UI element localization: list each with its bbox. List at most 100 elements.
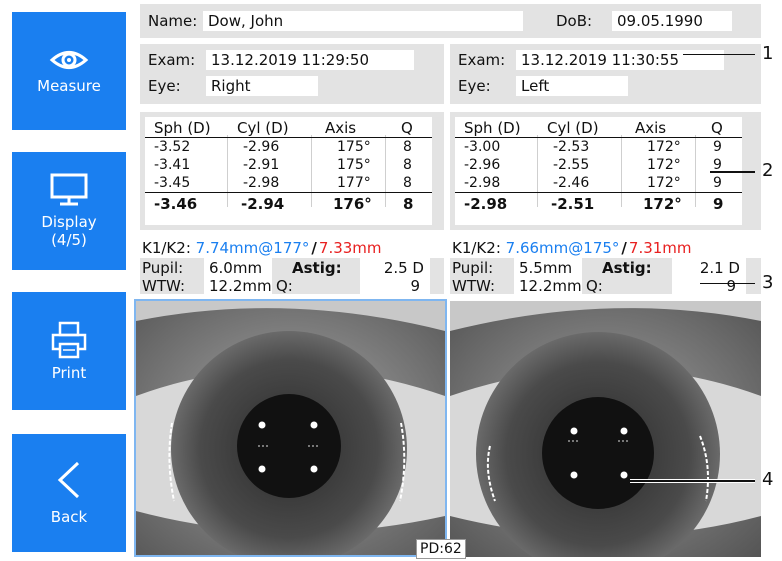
- pupil-label: Pupil:: [142, 259, 184, 277]
- left-eye-image[interactable]: [450, 301, 761, 557]
- table-summary-row: -3.46 -2.94 176° 8: [145, 195, 432, 213]
- sph-value: -3.45: [154, 175, 191, 191]
- wtw-label: WTW:: [142, 277, 186, 295]
- dob-field: 09.05.1990: [612, 11, 732, 31]
- cyl-value: -2.96: [243, 139, 280, 155]
- left-refraction-table: Sph (D) Cyl (D) Axis Q -3.00 -2.53 172° …: [455, 117, 742, 225]
- table-summary-row: -2.98 -2.51 172° 9: [455, 195, 742, 213]
- cyl-mean: -2.51: [551, 195, 595, 213]
- left-exam-label: Exam:: [458, 51, 506, 69]
- astig-label: Astig:: [602, 259, 652, 277]
- callout-line-1: [683, 54, 755, 55]
- pupil-value: 5.5mm: [514, 258, 582, 278]
- monitor-icon: [49, 173, 89, 207]
- left-keratometry-panel: K1/K2: 7.66mm@175°/7.31mm Pupil: 5.5mm A…: [450, 238, 761, 296]
- axis-value: 177°: [337, 175, 371, 191]
- k1-value: 7.74mm@177°: [195, 239, 310, 257]
- display-page-indicator: (4/5): [51, 231, 87, 249]
- eye-icon: [49, 47, 89, 73]
- left-k-readout: K1/K2: 7.66mm@175°/7.31mm: [452, 238, 692, 258]
- table-row: -3.52 -2.96 175° 8: [145, 140, 432, 155]
- callout-line-3: [700, 283, 755, 284]
- table-header: Sph (D) Cyl (D) Axis Q: [455, 119, 742, 137]
- q-label: Q:: [586, 277, 603, 295]
- print-button[interactable]: Print: [12, 292, 126, 410]
- q-value: 9: [713, 175, 722, 191]
- cyl-value: -2.55: [553, 157, 590, 173]
- right-eye-image[interactable]: [134, 299, 447, 557]
- right-exam-panel: Exam: 13.12.2019 11:29:50 Eye: Right: [140, 44, 444, 104]
- col-axis: Axis: [325, 119, 357, 137]
- pupil-label: Pupil:: [452, 259, 494, 277]
- print-label: Print: [51, 364, 87, 382]
- left-exam-panel: Exam: 13.12.2019 11:30:55 Eye: Left: [450, 44, 761, 104]
- right-refraction-panel: Sph (D) Cyl (D) Axis Q -3.52 -2.96 175° …: [140, 112, 444, 230]
- dob-label: DoB:: [556, 12, 593, 30]
- cyl-value: -2.98: [243, 175, 280, 191]
- table-row: -2.96 -2.55 172° 9: [455, 158, 742, 173]
- astig-value: 2.5 D: [360, 258, 430, 278]
- name-label: Name:: [148, 12, 198, 30]
- q-value: 8: [403, 175, 412, 191]
- axis-value: 172°: [647, 175, 681, 191]
- q-value: 8: [403, 157, 412, 173]
- table-row: -2.98 -2.46 172° 9: [455, 176, 742, 191]
- table-row: -3.00 -2.53 172° 9: [455, 140, 742, 155]
- table-row: -3.41 -2.91 175° 8: [145, 158, 432, 173]
- right-exam-datetime: 13.12.2019 11:29:50: [206, 50, 414, 70]
- left-eye-side: Left: [516, 76, 628, 96]
- sph-value: -3.52: [154, 139, 191, 155]
- patient-name-field: Dow, John: [203, 11, 523, 31]
- astig-value: 2.1 D: [672, 258, 746, 278]
- right-keratometry-panel: K1/K2: 7.74mm@177°/7.33mm Pupil: 6.0mm A…: [140, 238, 444, 296]
- right-eye-label: Eye:: [148, 77, 181, 95]
- k2-value: 7.33mm: [318, 239, 382, 257]
- q-value: 8: [403, 139, 412, 155]
- k2-value: 7.31mm: [628, 239, 692, 257]
- sph-mean: -3.46: [154, 195, 198, 213]
- sph-mean: -2.98: [464, 195, 508, 213]
- callout-line-2: [710, 171, 755, 173]
- col-q: Q: [401, 119, 413, 137]
- wtw-label: WTW:: [452, 277, 496, 295]
- measure-button[interactable]: Measure: [12, 12, 126, 130]
- sph-value: -2.98: [464, 175, 501, 191]
- callout-1: 1: [762, 43, 774, 64]
- left-eye-label: Eye:: [458, 77, 491, 95]
- display-label: Display: [41, 213, 97, 231]
- k-label: K1/K2:: [142, 239, 191, 257]
- pupillary-distance-label: PD:62: [416, 539, 466, 559]
- table-row: -3.45 -2.98 177° 8: [145, 176, 432, 191]
- q-value: 9: [360, 276, 430, 296]
- cyl-value: -2.91: [243, 157, 280, 173]
- col-q: Q: [711, 119, 723, 137]
- right-k-readout: K1/K2: 7.74mm@177°/7.33mm: [142, 238, 382, 258]
- col-sph: Sph (D): [464, 119, 521, 137]
- k-separator: /: [311, 239, 317, 257]
- wtw-value: 12.2mm: [204, 276, 272, 296]
- astig-label: Astig:: [292, 259, 342, 277]
- callout-4: 4: [762, 469, 774, 490]
- col-cyl: Cyl (D): [547, 119, 599, 137]
- cyl-mean: -2.94: [241, 195, 285, 213]
- cyl-value: -2.53: [553, 139, 590, 155]
- axis-mean: 176°: [333, 195, 372, 213]
- callout-3: 3: [762, 272, 774, 293]
- right-exam-label: Exam:: [148, 51, 196, 69]
- axis-value: 175°: [337, 139, 371, 155]
- k-separator: /: [621, 239, 627, 257]
- col-sph: Sph (D): [154, 119, 211, 137]
- q-mean: 8: [403, 195, 414, 213]
- patient-panel: Name: Dow, John DoB: 09.05.1990: [140, 4, 761, 38]
- right-eye-side: Right: [206, 76, 318, 96]
- pupil-value: 6.0mm: [204, 258, 272, 278]
- q-label: Q:: [276, 277, 293, 295]
- back-button[interactable]: Back: [12, 434, 126, 552]
- k1-value: 7.66mm@175°: [505, 239, 620, 257]
- chevron-left-icon: [54, 460, 84, 500]
- back-label: Back: [50, 508, 88, 526]
- q-value: 9: [713, 139, 722, 155]
- sph-value: -3.41: [154, 157, 191, 173]
- measure-label: Measure: [37, 77, 101, 95]
- display-button[interactable]: Display (4/5): [12, 152, 126, 270]
